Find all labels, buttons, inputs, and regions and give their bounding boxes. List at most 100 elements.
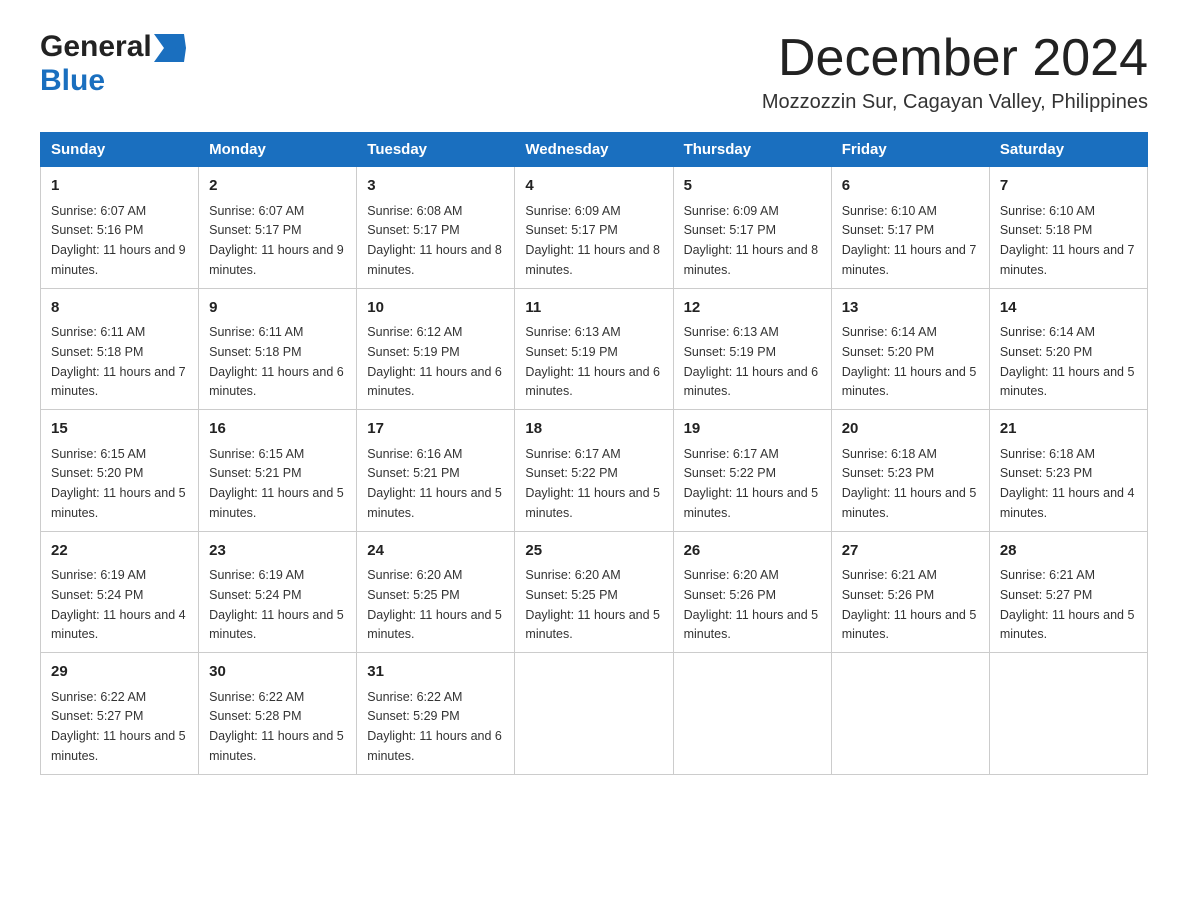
day-info: Sunrise: 6:20 AMSunset: 5:26 PMDaylight:… bbox=[684, 568, 819, 641]
logo: General Blue bbox=[40, 30, 186, 98]
day-info: Sunrise: 6:17 AMSunset: 5:22 PMDaylight:… bbox=[684, 447, 819, 520]
day-number: 7 bbox=[1000, 175, 1137, 198]
day-number: 8 bbox=[51, 297, 188, 320]
day-info: Sunrise: 6:21 AMSunset: 5:27 PMDaylight:… bbox=[1000, 568, 1135, 641]
day-info: Sunrise: 6:20 AMSunset: 5:25 PMDaylight:… bbox=[367, 568, 502, 641]
day-number: 21 bbox=[1000, 418, 1137, 441]
day-info: Sunrise: 6:10 AMSunset: 5:18 PMDaylight:… bbox=[1000, 204, 1135, 277]
calendar-table: SundayMondayTuesdayWednesdayThursdayFrid… bbox=[40, 132, 1148, 775]
week-row-3: 15Sunrise: 6:15 AMSunset: 5:20 PMDayligh… bbox=[41, 410, 1148, 532]
day-info: Sunrise: 6:11 AMSunset: 5:18 PMDaylight:… bbox=[51, 325, 186, 398]
calendar-cell: 23 Sunrise: 6:19 AMSunset: 5:24 PMDayligh… bbox=[199, 531, 357, 653]
day-number: 2 bbox=[209, 175, 346, 198]
day-info: Sunrise: 6:10 AMSunset: 5:17 PMDaylight:… bbox=[842, 204, 977, 277]
day-info: Sunrise: 6:07 AMSunset: 5:16 PMDaylight:… bbox=[51, 204, 186, 277]
day-number: 20 bbox=[842, 418, 979, 441]
calendar-cell: 19 Sunrise: 6:17 AMSunset: 5:22 PMDayligh… bbox=[673, 410, 831, 532]
day-info: Sunrise: 6:20 AMSunset: 5:25 PMDaylight:… bbox=[525, 568, 660, 641]
day-number: 9 bbox=[209, 297, 346, 320]
calendar-cell: 28 Sunrise: 6:21 AMSunset: 5:27 PMDayligh… bbox=[989, 531, 1147, 653]
weekday-header-sunday: Sunday bbox=[41, 133, 199, 167]
calendar-cell: 29 Sunrise: 6:22 AMSunset: 5:27 PMDayligh… bbox=[41, 653, 199, 775]
calendar-cell bbox=[515, 653, 673, 775]
day-info: Sunrise: 6:17 AMSunset: 5:22 PMDaylight:… bbox=[525, 447, 660, 520]
calendar-cell: 24 Sunrise: 6:20 AMSunset: 5:25 PMDayligh… bbox=[357, 531, 515, 653]
day-number: 31 bbox=[367, 661, 504, 684]
calendar-cell: 30 Sunrise: 6:22 AMSunset: 5:28 PMDayligh… bbox=[199, 653, 357, 775]
day-number: 25 bbox=[525, 540, 662, 563]
calendar-cell: 16 Sunrise: 6:15 AMSunset: 5:21 PMDayligh… bbox=[199, 410, 357, 532]
calendar-cell bbox=[673, 653, 831, 775]
day-number: 22 bbox=[51, 540, 188, 563]
calendar-cell: 2 Sunrise: 6:07 AMSunset: 5:17 PMDaylight… bbox=[199, 167, 357, 289]
day-number: 23 bbox=[209, 540, 346, 563]
day-info: Sunrise: 6:18 AMSunset: 5:23 PMDaylight:… bbox=[1000, 447, 1135, 520]
calendar-cell: 21 Sunrise: 6:18 AMSunset: 5:23 PMDayligh… bbox=[989, 410, 1147, 532]
day-info: Sunrise: 6:14 AMSunset: 5:20 PMDaylight:… bbox=[842, 325, 977, 398]
weekday-header-friday: Friday bbox=[831, 133, 989, 167]
day-number: 10 bbox=[367, 297, 504, 320]
day-number: 1 bbox=[51, 175, 188, 198]
calendar-cell: 13 Sunrise: 6:14 AMSunset: 5:20 PMDayligh… bbox=[831, 288, 989, 410]
title-area: December 2024 Mozzozzin Sur, Cagayan Val… bbox=[762, 30, 1148, 114]
calendar-cell: 10 Sunrise: 6:12 AMSunset: 5:19 PMDayligh… bbox=[357, 288, 515, 410]
day-info: Sunrise: 6:22 AMSunset: 5:27 PMDaylight:… bbox=[51, 690, 186, 763]
week-row-1: 1 Sunrise: 6:07 AMSunset: 5:16 PMDaylight… bbox=[41, 167, 1148, 289]
week-row-2: 8 Sunrise: 6:11 AMSunset: 5:18 PMDaylight… bbox=[41, 288, 1148, 410]
day-number: 5 bbox=[684, 175, 821, 198]
day-number: 27 bbox=[842, 540, 979, 563]
day-number: 30 bbox=[209, 661, 346, 684]
calendar-cell: 11 Sunrise: 6:13 AMSunset: 5:19 PMDayligh… bbox=[515, 288, 673, 410]
day-number: 29 bbox=[51, 661, 188, 684]
calendar-cell: 27Sunrise: 6:21 AMSunset: 5:26 PMDayligh… bbox=[831, 531, 989, 653]
calendar-cell: 17 Sunrise: 6:16 AMSunset: 5:21 PMDayligh… bbox=[357, 410, 515, 532]
day-info: Sunrise: 6:22 AMSunset: 5:28 PMDaylight:… bbox=[209, 690, 344, 763]
week-row-5: 29 Sunrise: 6:22 AMSunset: 5:27 PMDayligh… bbox=[41, 653, 1148, 775]
page-header: General Blue December 2024 Mozzozzin Sur… bbox=[40, 30, 1148, 114]
day-info: Sunrise: 6:08 AMSunset: 5:17 PMDaylight:… bbox=[367, 204, 502, 277]
day-info: Sunrise: 6:19 AMSunset: 5:24 PMDaylight:… bbox=[209, 568, 344, 641]
day-number: 19 bbox=[684, 418, 821, 441]
day-number: 11 bbox=[525, 297, 662, 320]
calendar-cell: 15Sunrise: 6:15 AMSunset: 5:20 PMDayligh… bbox=[41, 410, 199, 532]
calendar-cell: 25 Sunrise: 6:20 AMSunset: 5:25 PMDayligh… bbox=[515, 531, 673, 653]
day-number: 13 bbox=[842, 297, 979, 320]
day-number: 17 bbox=[367, 418, 504, 441]
calendar-cell: 7 Sunrise: 6:10 AMSunset: 5:18 PMDaylight… bbox=[989, 167, 1147, 289]
logo-general-text: General bbox=[40, 30, 152, 64]
calendar-cell: 14Sunrise: 6:14 AMSunset: 5:20 PMDayligh… bbox=[989, 288, 1147, 410]
week-row-4: 22 Sunrise: 6:19 AMSunset: 5:24 PMDayligh… bbox=[41, 531, 1148, 653]
day-number: 15 bbox=[51, 418, 188, 441]
day-number: 28 bbox=[1000, 540, 1137, 563]
day-info: Sunrise: 6:19 AMSunset: 5:24 PMDaylight:… bbox=[51, 568, 186, 641]
weekday-header-monday: Monday bbox=[199, 133, 357, 167]
day-info: Sunrise: 6:09 AMSunset: 5:17 PMDaylight:… bbox=[684, 204, 819, 277]
weekday-header-row: SundayMondayTuesdayWednesdayThursdayFrid… bbox=[41, 133, 1148, 167]
weekday-header-saturday: Saturday bbox=[989, 133, 1147, 167]
calendar-title: December 2024 bbox=[762, 30, 1148, 87]
day-number: 24 bbox=[367, 540, 504, 563]
calendar-cell bbox=[989, 653, 1147, 775]
day-info: Sunrise: 6:16 AMSunset: 5:21 PMDaylight:… bbox=[367, 447, 502, 520]
weekday-header-tuesday: Tuesday bbox=[357, 133, 515, 167]
day-info: Sunrise: 6:22 AMSunset: 5:29 PMDaylight:… bbox=[367, 690, 502, 763]
day-info: Sunrise: 6:13 AMSunset: 5:19 PMDaylight:… bbox=[684, 325, 819, 398]
calendar-cell: 3Sunrise: 6:08 AMSunset: 5:17 PMDaylight… bbox=[357, 167, 515, 289]
day-info: Sunrise: 6:13 AMSunset: 5:19 PMDaylight:… bbox=[525, 325, 660, 398]
calendar-cell: 26 Sunrise: 6:20 AMSunset: 5:26 PMDayligh… bbox=[673, 531, 831, 653]
weekday-header-wednesday: Wednesday bbox=[515, 133, 673, 167]
calendar-cell: 9Sunrise: 6:11 AMSunset: 5:18 PMDaylight… bbox=[199, 288, 357, 410]
calendar-cell: 5 Sunrise: 6:09 AMSunset: 5:17 PMDaylight… bbox=[673, 167, 831, 289]
calendar-subtitle: Mozzozzin Sur, Cagayan Valley, Philippin… bbox=[762, 91, 1148, 114]
day-number: 26 bbox=[684, 540, 821, 563]
calendar-cell: 31 Sunrise: 6:22 AMSunset: 5:29 PMDayligh… bbox=[357, 653, 515, 775]
day-info: Sunrise: 6:18 AMSunset: 5:23 PMDaylight:… bbox=[842, 447, 977, 520]
day-number: 16 bbox=[209, 418, 346, 441]
day-info: Sunrise: 6:15 AMSunset: 5:21 PMDaylight:… bbox=[209, 447, 344, 520]
day-info: Sunrise: 6:07 AMSunset: 5:17 PMDaylight:… bbox=[209, 204, 344, 277]
calendar-cell: 4Sunrise: 6:09 AMSunset: 5:17 PMDaylight… bbox=[515, 167, 673, 289]
calendar-cell: 18Sunrise: 6:17 AMSunset: 5:22 PMDayligh… bbox=[515, 410, 673, 532]
day-number: 4 bbox=[525, 175, 662, 198]
calendar-cell: 6Sunrise: 6:10 AMSunset: 5:17 PMDaylight… bbox=[831, 167, 989, 289]
day-info: Sunrise: 6:12 AMSunset: 5:19 PMDaylight:… bbox=[367, 325, 502, 398]
